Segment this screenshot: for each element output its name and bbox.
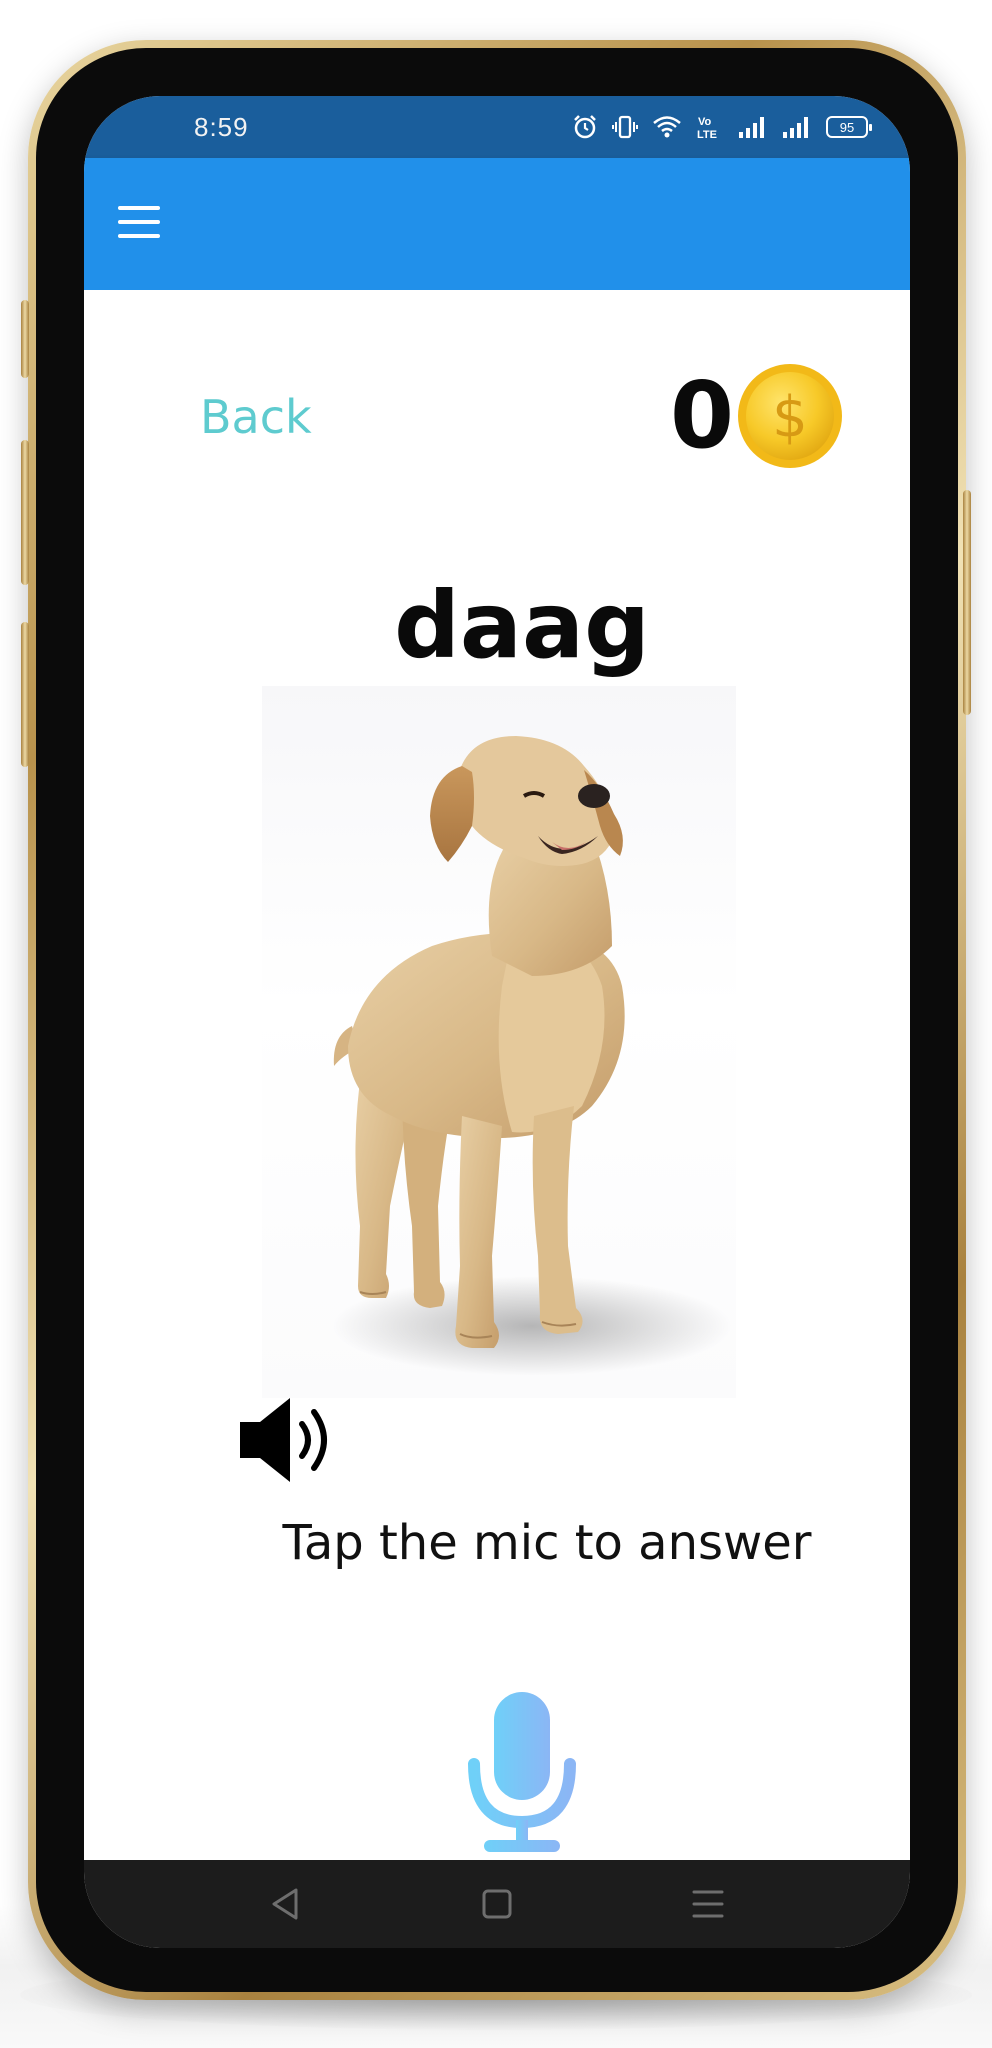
alarm-icon <box>574 115 596 139</box>
phone-screen: 8:59 Vo LTE 95 Back 0 $ daag Tap the mic… <box>84 96 910 1948</box>
answer-prompt: Tap the mic to answer <box>282 1515 812 1571</box>
speaker-icon[interactable] <box>236 1392 346 1488</box>
status-icons: Vo LTE 95 <box>572 110 872 144</box>
volte-icon: Vo LTE <box>697 116 717 141</box>
side-button <box>21 300 29 378</box>
power-button <box>963 490 971 715</box>
recents-menu-icon[interactable] <box>686 1882 730 1926</box>
back-button[interactable]: Back <box>200 390 312 444</box>
dog-image <box>332 736 732 1376</box>
vibrate-icon <box>612 115 638 139</box>
dollar-coin-icon: $ <box>738 364 842 468</box>
home-square-icon[interactable] <box>475 1882 519 1926</box>
battery-level: 95 <box>839 119 855 135</box>
hamburger-menu-icon[interactable] <box>114 198 166 250</box>
device-mockup-stage: 8:59 Vo LTE 95 Back 0 $ daag Tap the mic… <box>0 0 992 2048</box>
signal-icon <box>739 117 764 138</box>
svg-text:$: $ <box>772 385 808 450</box>
status-bar: 8:59 Vo LTE 95 <box>84 96 910 158</box>
side-button <box>21 622 29 767</box>
score-display: 0 $ <box>670 362 844 470</box>
score-value: 0 <box>669 362 734 469</box>
svg-text:Vo: Vo <box>698 116 712 128</box>
quiz-content: Back 0 $ daag Tap the mic to answer <box>84 290 910 1860</box>
app-bar <box>84 158 910 290</box>
status-time: 8:59 <box>194 112 249 142</box>
question-word: daag <box>394 572 650 679</box>
wifi-icon <box>653 116 681 138</box>
svg-text:LTE: LTE <box>697 129 717 141</box>
system-navigation-bar <box>84 1860 910 1948</box>
battery-icon: 95 <box>826 116 872 138</box>
signal-icon <box>783 117 808 138</box>
question-image <box>262 686 736 1398</box>
side-button <box>21 440 29 585</box>
microphone-icon[interactable] <box>462 1688 582 1858</box>
back-triangle-icon[interactable] <box>264 1882 308 1926</box>
